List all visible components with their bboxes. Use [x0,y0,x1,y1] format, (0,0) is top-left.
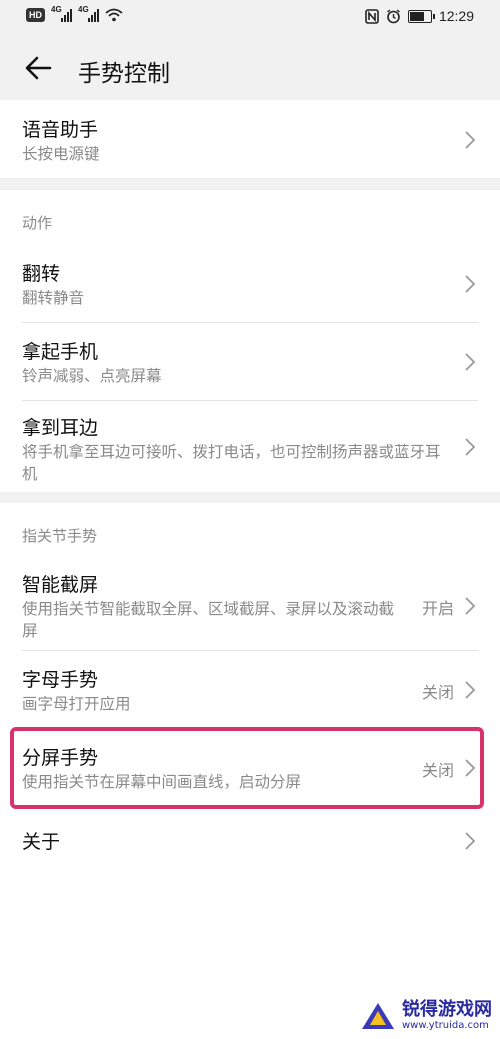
back-arrow-icon[interactable] [20,50,56,86]
signal-icon-1: 4G [51,5,72,22]
chevron-right-icon [465,832,476,850]
row-value: 开启 [421,599,454,618]
app-header: 手势控制 [0,36,500,100]
letter-gesture-row[interactable]: 字母手势 画字母打开应用 关闭 [0,651,500,728]
hd-icon: HD [26,8,45,22]
wifi-icon [105,8,123,22]
watermark-text: 锐得游戏网 www.ytruida.com [402,1000,492,1032]
watermark: 锐得游戏网 www.ytruida.com [360,999,492,1033]
pickup-row[interactable]: 拿起手机 铃声减弱、点亮屏幕 [0,323,500,401]
chevron-right-icon [465,353,476,371]
chevron-right-icon [465,438,476,456]
row-subtitle: 长按电源键 [22,145,100,163]
nfc-icon [365,8,379,24]
row-title: 翻转 [22,263,61,285]
smart-screenshot-row[interactable]: 智能截屏 使用指关节智能截取全屏、区域截屏、录屏以及滚动截屏 开启 [0,558,500,651]
row-subtitle: 翻转静音 [22,289,85,307]
status-right: 12:29 [365,8,474,24]
row-title: 拿起手机 [22,341,99,363]
row-subtitle: 使用指关节智能截取全屏、区域截屏、录屏以及滚动截屏 [22,600,395,640]
voice-card: 语音助手 长按电源键 [0,100,500,178]
row-title: 关于 [22,831,61,853]
chevron-right-icon [465,275,476,293]
voice-assistant-row[interactable]: 语音助手 长按电源键 [0,100,500,178]
highlight-box [10,727,484,809]
raise-to-ear-row[interactable]: 拿到耳边 将手机拿至耳边可接听、拨打电话，也可控制扬声器或蓝牙耳机 [0,401,500,492]
row-subtitle: 铃声减弱、点亮屏幕 [22,367,162,385]
network-type-1: 4G [51,5,62,14]
row-title: 拿到耳边 [22,417,99,439]
watermark-url: www.ytruida.com [402,1020,489,1031]
row-title: 语音助手 [22,119,99,141]
section-label-actions: 动作 [22,214,53,232]
alarm-icon [387,8,400,23]
row-subtitle: 画字母打开应用 [22,695,131,713]
status-left: HD 4G 4G [26,5,123,22]
chevron-right-icon [465,681,476,699]
status-bar: HD 4G 4G 12:29 [0,0,500,36]
chevron-right-icon [465,597,476,615]
network-type-2: 4G [78,5,89,14]
row-title: 字母手势 [22,669,99,691]
status-time: 12:29 [438,8,474,24]
signal-icon-2: 4G [78,5,99,22]
actions-card: 动作 翻转 翻转静音 拿起手机 铃声减弱、点亮屏幕 拿到耳边 将手机拿至耳边可接… [0,190,500,492]
chevron-right-icon [465,131,476,149]
flip-row[interactable]: 翻转 翻转静音 [0,245,500,323]
battery-fill [409,11,425,21]
battery-icon [407,9,435,23]
row-subtitle: 将手机拿至耳边可接听、拨打电话，也可控制扬声器或蓝牙耳机 [22,443,441,483]
row-value: 关闭 [421,683,454,702]
row-title: 智能截屏 [22,574,99,596]
about-row[interactable]: 关于 [0,815,500,879]
page-title: 手势控制 [78,61,170,87]
section-label-knuckle: 指关节手势 [22,527,98,545]
watermark-name: 锐得游戏网 [402,999,492,1020]
watermark-logo-icon [362,1003,394,1029]
